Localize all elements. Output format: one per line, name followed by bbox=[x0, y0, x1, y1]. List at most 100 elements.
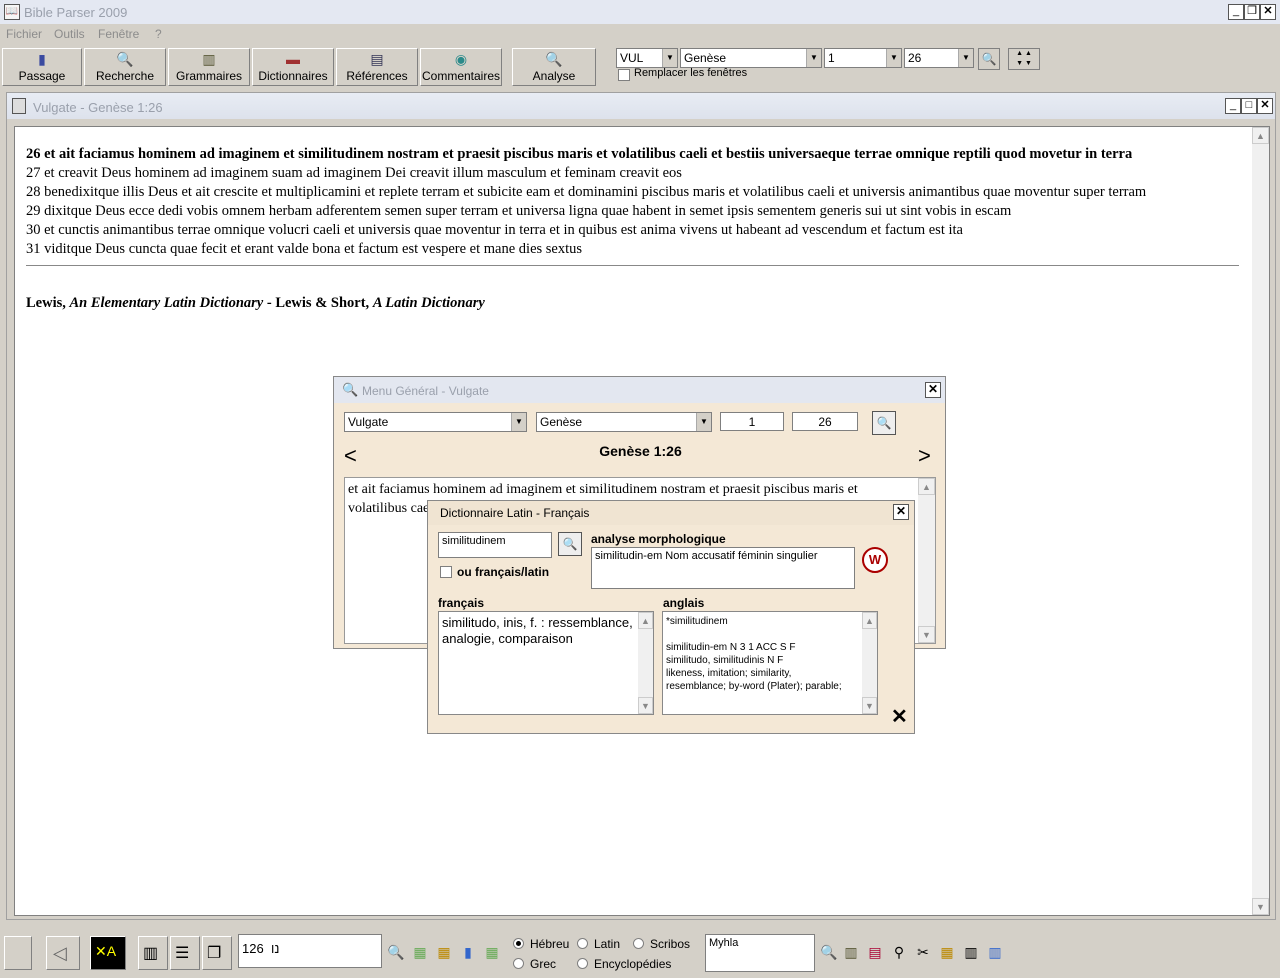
fr-scrollbar[interactable]: ▲ ▼ bbox=[638, 612, 653, 714]
columns-icon[interactable]: ▥ bbox=[138, 936, 168, 970]
en-scrollbar[interactable]: ▲ ▼ bbox=[862, 612, 877, 714]
references-icon: ▤ bbox=[370, 51, 384, 67]
mg-chapter-field[interactable]: 1 bbox=[720, 412, 784, 431]
french-latin-checkbox[interactable] bbox=[440, 566, 452, 578]
analyse-magnifier-icon: 🔍 bbox=[545, 51, 563, 67]
vertical-scrollbar[interactable]: ▲ ▼ bbox=[1252, 127, 1269, 915]
chapter-select[interactable]: 1 ▼ bbox=[824, 48, 902, 68]
verse-27[interactable]: 27 et creavit Deus hominem ad imaginem s… bbox=[26, 165, 682, 182]
scroll-down-icon[interactable]: ▼ bbox=[918, 626, 935, 643]
commentaires-button[interactable]: ◉ Commentaires bbox=[420, 48, 502, 86]
grid-icon[interactable]: ▦ bbox=[936, 938, 958, 966]
dictionary-window: Dictionnaire Latin - Français ✕ similitu… bbox=[427, 500, 915, 734]
radio-hebreu[interactable] bbox=[513, 938, 524, 949]
radio-encyclopedies[interactable] bbox=[577, 958, 588, 969]
spin-buttons[interactable]: ▲ ▲ ▼ ▼ bbox=[1008, 48, 1040, 70]
chevron-down-icon: ▼ bbox=[662, 49, 677, 67]
maximize-button[interactable]: □ bbox=[1241, 98, 1257, 114]
verse-31[interactable]: 31 viditque Deus cuncta quae fecit et er… bbox=[26, 241, 582, 258]
mg-verse-field[interactable]: 26 bbox=[792, 412, 858, 431]
go-search-button[interactable]: 🔍 bbox=[978, 48, 1000, 70]
books-stack-icon[interactable]: ▤ bbox=[864, 938, 886, 966]
replace-windows-checkbox[interactable] bbox=[618, 69, 630, 81]
search-icon[interactable]: 🔍 bbox=[818, 938, 840, 966]
radio-scribos[interactable] bbox=[633, 938, 644, 949]
scroll-down-icon[interactable]: ▼ bbox=[1252, 898, 1269, 915]
verse-29[interactable]: 29 dixitque Deus ecce dedi vobis omnem h… bbox=[26, 203, 1011, 220]
menu-general-title-bar: 🔍 Menu Général - Vulgate ✕ bbox=[334, 377, 945, 403]
columns-icon[interactable]: ▥ bbox=[984, 938, 1006, 966]
menu-outils[interactable]: Outils bbox=[54, 27, 85, 41]
minimize-button[interactable]: _ bbox=[1225, 98, 1241, 114]
menu-fenetre[interactable]: Fenêtre bbox=[98, 27, 139, 41]
grid-icon[interactable]: ▦ bbox=[409, 938, 431, 966]
dictionary-link-lewis[interactable]: An Elementary Latin Dictionary bbox=[70, 295, 264, 311]
french-definition[interactable]: similitudo, inis, f. : ressemblance, ana… bbox=[438, 611, 654, 715]
version-select[interactable]: VUL ▼ bbox=[616, 48, 678, 68]
close-button[interactable]: ✕ bbox=[1260, 4, 1276, 20]
grammaires-button[interactable]: ▥ Grammaires bbox=[168, 48, 250, 86]
scroll-up-icon[interactable]: ▲ bbox=[862, 612, 877, 629]
minimize-button[interactable]: _ bbox=[1228, 4, 1244, 20]
wiki-icon[interactable]: W bbox=[862, 547, 888, 573]
verse-30[interactable]: 30 et cunctis animantibus terrae omnique… bbox=[26, 222, 963, 239]
menu-help[interactable]: ? bbox=[155, 27, 162, 41]
name-field[interactable]: Myhla bbox=[705, 934, 815, 972]
menu-fichier[interactable]: Fichier bbox=[6, 27, 42, 41]
mg-scrollbar[interactable]: ▲ ▼ bbox=[918, 478, 935, 643]
word-search-button[interactable]: 🔍 bbox=[558, 532, 582, 556]
scroll-up-icon[interactable]: ▲ bbox=[1252, 127, 1269, 144]
dictionnaires-button[interactable]: ▬ Dictionnaires bbox=[252, 48, 334, 86]
mg-book-select[interactable]: Genèse ▼ bbox=[536, 412, 712, 432]
reference-field[interactable]: נו 126 bbox=[238, 934, 382, 968]
dictionary-sources: Lewis, An Elementary Latin Dictionary - … bbox=[26, 295, 485, 311]
mg-search-button[interactable]: 🔍 bbox=[872, 411, 896, 435]
replace-windows-label: Remplacer les fenêtres bbox=[634, 67, 748, 79]
verse-26[interactable]: 26 et ait faciamus hominem ad imaginem e… bbox=[26, 146, 1132, 163]
search-icon[interactable]: 🔍 bbox=[385, 938, 407, 966]
english-definition[interactable]: *similitudinem similitudin-em N 3 1 ACC … bbox=[662, 611, 878, 715]
table-icon[interactable]: ▦ bbox=[481, 938, 503, 966]
analyse-button[interactable]: 🔍 Analyse bbox=[512, 48, 596, 86]
menu-bar: Fichier Outils Fenêtre ? bbox=[0, 24, 1280, 44]
passage-button[interactable]: ▮ Passage bbox=[2, 48, 82, 86]
tools-icon[interactable]: ✂ bbox=[912, 938, 934, 966]
bar-chart-icon[interactable]: ▮ bbox=[457, 938, 479, 966]
verse-select[interactable]: 26 ▼ bbox=[904, 48, 974, 68]
word-input[interactable]: similitudinem bbox=[438, 532, 552, 558]
chevron-down-icon: ▼ bbox=[696, 413, 711, 431]
bookshelf-icon[interactable]: ▥ bbox=[840, 938, 862, 966]
search-icon: 🔍 bbox=[562, 537, 578, 551]
lines-icon[interactable]: ☰ bbox=[170, 936, 200, 970]
index-icon[interactable]: ▥ bbox=[960, 938, 982, 966]
network-icon[interactable]: ⚲ bbox=[888, 938, 910, 966]
windows-icon[interactable]: ❐ bbox=[202, 936, 232, 970]
english-label: anglais bbox=[663, 596, 705, 610]
scroll-up-icon[interactable]: ▲ bbox=[918, 478, 935, 495]
app-title-bar: 📖 Bible Parser 2009 _ ❐ ✕ bbox=[0, 0, 1280, 24]
triangle-icon[interactable]: ◁ bbox=[46, 936, 80, 970]
scroll-up-icon[interactable]: ▲ bbox=[638, 612, 653, 629]
close-x-icon[interactable]: ✕ bbox=[891, 707, 908, 727]
close-button[interactable]: ✕ bbox=[893, 504, 909, 520]
vulgate-title-bar: Vulgate - Genèse 1:26 _ □ ✕ bbox=[7, 93, 1275, 119]
mg-version-select[interactable]: Vulgate ▼ bbox=[344, 412, 527, 432]
recherche-button[interactable]: 🔍 Recherche bbox=[84, 48, 166, 86]
dictionary-icon: ▬ bbox=[286, 51, 300, 67]
color-grid-icon[interactable]: ▦ bbox=[433, 938, 455, 966]
radio-latin[interactable] bbox=[577, 938, 588, 949]
scroll-down-icon[interactable]: ▼ bbox=[638, 697, 653, 714]
restore-button[interactable]: ❐ bbox=[1244, 4, 1260, 20]
book-select[interactable]: Genèse ▼ bbox=[680, 48, 822, 68]
morph-analysis-field[interactable]: similitudin-em Nom accusatif féminin sin… bbox=[591, 547, 855, 589]
close-button[interactable]: ✕ bbox=[1257, 98, 1273, 114]
diagram-icon[interactable]: ✕A bbox=[90, 936, 126, 970]
calculator-icon[interactable] bbox=[4, 936, 32, 970]
references-button[interactable]: ▤ Références bbox=[336, 48, 418, 86]
radio-grec[interactable] bbox=[513, 958, 524, 969]
scroll-down-icon[interactable]: ▼ bbox=[862, 697, 877, 714]
verse-28[interactable]: 28 benedixitque illis Deus et ait cresci… bbox=[26, 184, 1146, 201]
dictionary-link-lewis-short[interactable]: A Latin Dictionary bbox=[373, 295, 485, 311]
close-button[interactable]: ✕ bbox=[925, 382, 941, 398]
divider bbox=[26, 265, 1239, 266]
